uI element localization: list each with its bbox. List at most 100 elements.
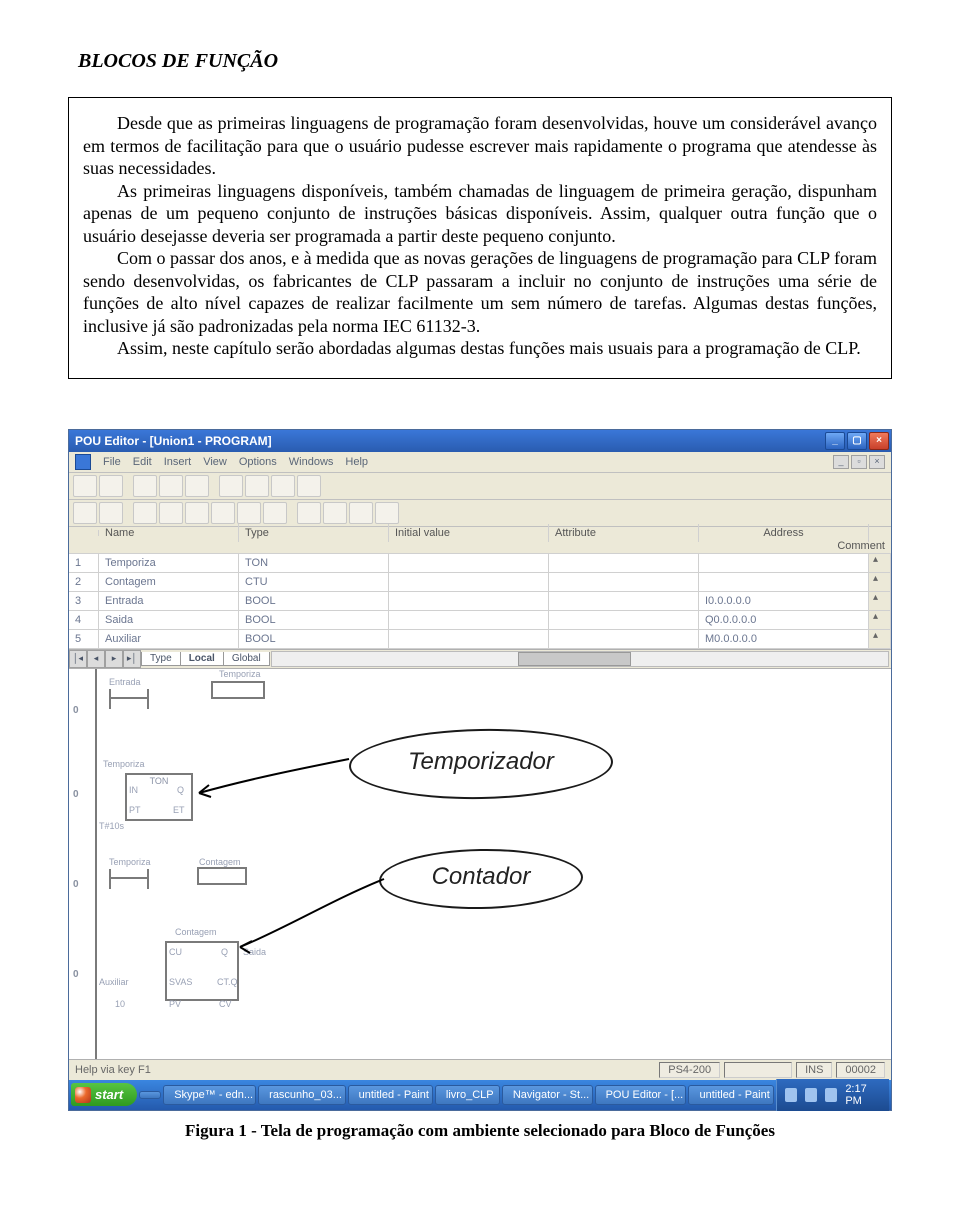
callout-arrow: [189, 759, 369, 819]
toolbar-button[interactable]: [219, 475, 243, 497]
ladder-contact[interactable]: [109, 697, 149, 699]
toolbar-button[interactable]: [211, 502, 235, 524]
menu-item[interactable]: Edit: [133, 456, 152, 468]
toolbar-button[interactable]: [73, 502, 97, 524]
cell-attr[interactable]: [549, 611, 699, 629]
tray-icon[interactable]: [785, 1088, 797, 1102]
taskbar-item[interactable]: untitled - Paint: [348, 1085, 433, 1105]
vscroll[interactable]: [869, 611, 891, 629]
mdi-restore-button[interactable]: ▫: [851, 455, 867, 469]
cell-address[interactable]: Q0.0.0.0.0: [699, 611, 869, 629]
cell-initial[interactable]: [389, 554, 549, 572]
cell-type[interactable]: BOOL: [239, 630, 389, 648]
system-tray[interactable]: 2:17 PM: [776, 1079, 889, 1111]
toolbar-button[interactable]: [185, 475, 209, 497]
menu-item[interactable]: Options: [239, 456, 277, 468]
cell-attr[interactable]: [549, 573, 699, 591]
toolbar-button[interactable]: [237, 502, 261, 524]
toolbar-button[interactable]: [159, 475, 183, 497]
menu-item[interactable]: View: [203, 456, 227, 468]
ladder-canvas[interactable]: 0 0 0 0 Entrada Temporiza Temporiza TON …: [69, 669, 891, 1059]
tab-nav-first[interactable]: │◂: [69, 650, 87, 668]
taskbar-item[interactable]: Skype™ - edn...: [163, 1085, 256, 1105]
cell-address[interactable]: [699, 573, 869, 591]
rung-index: 0: [73, 969, 79, 980]
cell-initial[interactable]: [389, 573, 549, 591]
mdi-close-button[interactable]: ×: [869, 455, 885, 469]
toolbar-button[interactable]: [73, 475, 97, 497]
cell-initial[interactable]: [389, 630, 549, 648]
toolbar-button[interactable]: [271, 475, 295, 497]
instance-slot[interactable]: [197, 867, 247, 885]
cell-name[interactable]: Saida: [99, 611, 239, 629]
cell-name[interactable]: Entrada: [99, 592, 239, 610]
table-row[interactable]: 5 Auxiliar BOOL M0.0.0.0.0: [69, 630, 891, 649]
close-button[interactable]: ×: [869, 432, 889, 450]
tray-icon[interactable]: [825, 1088, 837, 1102]
vscroll[interactable]: [869, 630, 891, 648]
vscroll[interactable]: [869, 573, 891, 591]
cell-address[interactable]: M0.0.0.0.0: [699, 630, 869, 648]
toolbar-button[interactable]: [349, 502, 373, 524]
vscroll[interactable]: [869, 554, 891, 572]
table-row[interactable]: 2 Contagem CTU: [69, 573, 891, 592]
toolbar-button[interactable]: [185, 502, 209, 524]
toolbar-button[interactable]: [99, 475, 123, 497]
instance-slot[interactable]: [211, 681, 265, 699]
cell-address[interactable]: I0.0.0.0.0: [699, 592, 869, 610]
status-cell: [724, 1062, 792, 1078]
sheet-tab[interactable]: Global: [223, 652, 270, 666]
menu-item[interactable]: Help: [345, 456, 368, 468]
cell-initial[interactable]: [389, 592, 549, 610]
ladder-contact[interactable]: [109, 877, 149, 879]
hscroll[interactable]: [271, 651, 889, 667]
cell-initial[interactable]: [389, 611, 549, 629]
tab-nav-next[interactable]: ▸: [105, 650, 123, 668]
taskbar-item[interactable]: Navigator - St...: [502, 1085, 593, 1105]
sheet-tab[interactable]: Type: [141, 652, 181, 666]
cell-type[interactable]: TON: [239, 554, 389, 572]
toolbar-button[interactable]: [323, 502, 347, 524]
toolbar-button[interactable]: [297, 475, 321, 497]
pin-label: SVAS: [169, 977, 192, 987]
table-row[interactable]: 4 Saida BOOL Q0.0.0.0.0: [69, 611, 891, 630]
toolbar-button[interactable]: [245, 475, 269, 497]
sheet-tab[interactable]: Local: [180, 652, 224, 666]
menu-item[interactable]: File: [103, 456, 121, 468]
cell-type[interactable]: CTU: [239, 573, 389, 591]
cell-name[interactable]: Temporiza: [99, 554, 239, 572]
cell-address[interactable]: [699, 554, 869, 572]
toolbar-button[interactable]: [99, 502, 123, 524]
cell-attr[interactable]: [549, 554, 699, 572]
taskbar-item[interactable]: untitled - Paint: [688, 1085, 773, 1105]
toolbar-button[interactable]: [133, 475, 157, 497]
tab-nav-last[interactable]: ▸│: [123, 650, 141, 668]
cell-type[interactable]: BOOL: [239, 592, 389, 610]
tray-icon[interactable]: [805, 1088, 817, 1102]
toolbar-button[interactable]: [375, 502, 399, 524]
cell-name[interactable]: Contagem: [99, 573, 239, 591]
cell-attr[interactable]: [549, 630, 699, 648]
toolbar-button[interactable]: [133, 502, 157, 524]
toolbar-button[interactable]: [263, 502, 287, 524]
table-row[interactable]: 3 Entrada BOOL I0.0.0.0.0: [69, 592, 891, 611]
vscroll[interactable]: [869, 592, 891, 610]
minimize-button[interactable]: _: [825, 432, 845, 450]
taskbar-item[interactable]: POU Editor - [...: [595, 1085, 687, 1105]
taskbar-item[interactable]: [139, 1091, 161, 1099]
mdi-minimize-button[interactable]: _: [833, 455, 849, 469]
cell-name[interactable]: Auxiliar: [99, 630, 239, 648]
toolbar-button[interactable]: [159, 502, 183, 524]
table-row[interactable]: 1 Temporiza TON: [69, 554, 891, 573]
taskbar-item[interactable]: livro_CLP: [435, 1085, 500, 1105]
menu-item[interactable]: Insert: [164, 456, 192, 468]
cell-type[interactable]: BOOL: [239, 611, 389, 629]
tab-nav-prev[interactable]: ◂: [87, 650, 105, 668]
start-button[interactable]: start: [71, 1083, 137, 1106]
menu-item[interactable]: Windows: [289, 456, 334, 468]
cell-attr[interactable]: [549, 592, 699, 610]
maximize-button[interactable]: ▢: [847, 432, 867, 450]
taskbar-item[interactable]: rascunho_03...: [258, 1085, 345, 1105]
app-icon: [75, 454, 91, 470]
toolbar-button[interactable]: [297, 502, 321, 524]
